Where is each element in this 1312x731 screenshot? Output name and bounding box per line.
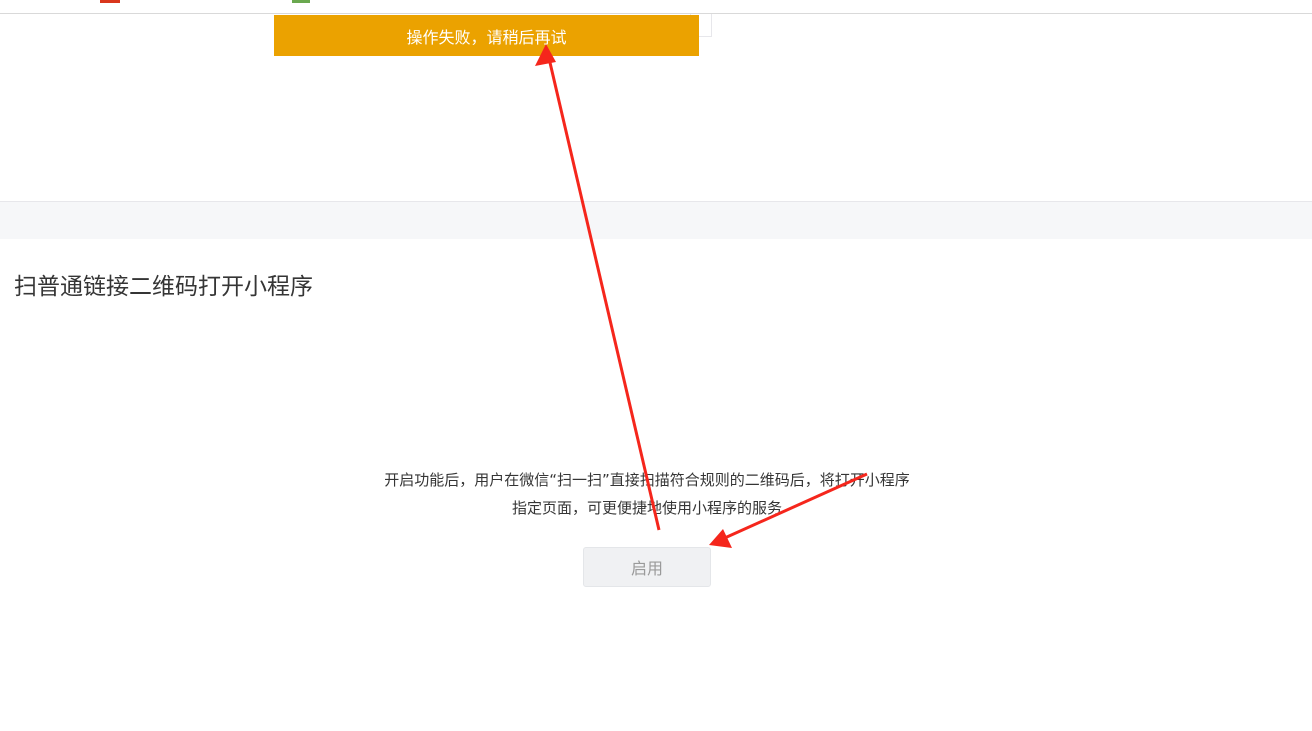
green-icon-fragment: [292, 0, 310, 3]
feature-description-line2: 指定页面，可更便捷地使用小程序的服务: [511, 499, 782, 517]
section-divider: [0, 201, 1312, 239]
top-toolbar-strip: [0, 0, 1312, 14]
annotation-arrow-to-toast: [535, 44, 661, 531]
error-toast-message: 操作失败，请稍后再试: [406, 27, 567, 47]
annotation-arrows: [535, 44, 868, 548]
enable-button[interactable]: 启用: [583, 547, 711, 587]
error-toast: 操作失败，请稍后再试: [274, 15, 699, 56]
feature-description-line1: 开启功能后，用户在微信“扫一扫”直接扫描符合规则的二维码后，将打开小程序: [384, 471, 910, 489]
red-icon-fragment: [100, 0, 120, 3]
section-title: 扫普通链接二维码打开小程序: [14, 274, 313, 300]
feature-description: 开启功能后，用户在微信“扫一扫”直接扫描符合规则的二维码后，将打开小程序 指定页…: [300, 466, 994, 522]
